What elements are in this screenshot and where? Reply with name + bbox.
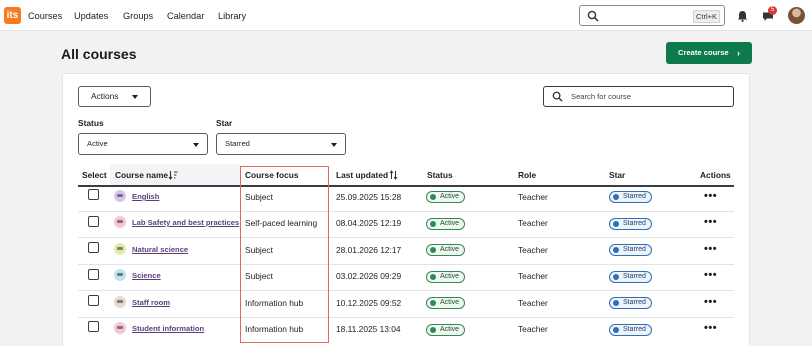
course-cap-icon	[114, 296, 126, 308]
actions-label: Actions	[91, 91, 119, 101]
row-checkbox[interactable]	[88, 269, 99, 280]
row-checkbox[interactable]	[88, 321, 99, 332]
header-last-updated[interactable]: Last updated	[336, 170, 388, 180]
status-filter-value: Active	[87, 139, 108, 148]
star-filter-value: Starred	[225, 139, 250, 148]
sort-desc-icon[interactable]	[168, 170, 178, 180]
header-status: Status	[427, 170, 453, 180]
last-updated-cell: 10.12.2025 09:52	[336, 298, 402, 308]
nav-item-library[interactable]: Library	[218, 11, 246, 21]
bell-icon[interactable]	[737, 10, 748, 22]
status-filter-label: Status	[78, 118, 104, 128]
last-updated-cell: 03.02.2026 09:29	[336, 271, 402, 281]
caret-down-icon	[331, 143, 337, 147]
course-cap-icon	[114, 216, 126, 228]
role-cell: Teacher	[518, 245, 548, 255]
star-filter-select[interactable]: Starred	[216, 133, 346, 155]
course-cap-icon	[114, 322, 126, 334]
status-badge: Active	[426, 271, 466, 283]
row-actions-menu-icon[interactable]: •••	[704, 216, 717, 228]
create-course-button[interactable]: Create course ›	[666, 42, 752, 64]
star-badge[interactable]: Starred	[609, 297, 652, 309]
role-cell: Teacher	[518, 324, 548, 334]
chevron-right-icon: ›	[737, 48, 740, 58]
row-checkbox[interactable]	[88, 189, 99, 200]
create-course-label: Create course	[678, 48, 729, 57]
last-updated-cell: 08.04.2025 12:19	[336, 218, 402, 228]
star-badge[interactable]: Starred	[609, 324, 652, 336]
row-actions-menu-icon[interactable]: •••	[704, 243, 717, 255]
row-divider	[78, 211, 734, 212]
app-logo[interactable]: its	[4, 7, 21, 24]
status-badge: Active	[426, 244, 466, 256]
header-course-name[interactable]: Course name	[115, 170, 168, 180]
nav-item-courses[interactable]: Courses	[28, 11, 62, 21]
course-focus-highlight-box	[240, 166, 329, 343]
global-search-input[interactable]: Ctrl+K	[579, 5, 725, 26]
star-badge[interactable]: Starred	[609, 271, 652, 283]
role-cell: Teacher	[518, 218, 548, 228]
user-avatar[interactable]	[788, 7, 805, 24]
status-badge: Active	[426, 191, 466, 203]
header-role: Role	[518, 170, 537, 180]
notification-count-badge: 5	[768, 6, 777, 15]
top-bar: its Courses Updates Groups Calendar Libr…	[0, 0, 812, 31]
course-cap-icon	[114, 190, 126, 202]
last-updated-cell: 25.09.2025 15:28	[336, 192, 402, 202]
row-checkbox[interactable]	[88, 242, 99, 253]
search-placeholder: Search for course	[571, 92, 631, 101]
header-star: Star	[609, 170, 626, 180]
status-badge: Active	[426, 218, 466, 230]
row-checkbox[interactable]	[88, 295, 99, 306]
nav-item-updates[interactable]: Updates	[74, 11, 108, 21]
course-search-input[interactable]: Search for course	[543, 86, 734, 107]
star-badge[interactable]: Starred	[609, 218, 652, 230]
row-divider	[78, 264, 734, 265]
status-badge: Active	[426, 324, 466, 336]
search-icon	[587, 10, 599, 22]
last-updated-cell: 28.01.2026 12:17	[336, 245, 402, 255]
last-updated-cell: 18.11.2025 13:04	[336, 324, 401, 334]
row-divider	[78, 290, 734, 291]
course-name-link[interactable]: Science	[132, 271, 161, 280]
row-actions-menu-icon[interactable]: •••	[704, 269, 717, 281]
status-filter-select[interactable]: Active	[78, 133, 208, 155]
star-filter-label: Star	[216, 118, 233, 128]
header-actions: Actions	[700, 170, 731, 180]
course-name-link[interactable]: Natural science	[132, 245, 188, 254]
row-actions-menu-icon[interactable]: •••	[704, 296, 717, 308]
role-cell: Teacher	[518, 271, 548, 281]
row-checkbox[interactable]	[88, 216, 99, 227]
status-badge: Active	[426, 297, 466, 309]
caret-down-icon	[132, 95, 138, 99]
course-name-link[interactable]: Lab Safety and best practices	[132, 218, 239, 227]
course-cap-icon	[114, 243, 126, 255]
row-divider	[78, 237, 734, 238]
star-badge[interactable]: Starred	[609, 191, 652, 203]
star-badge[interactable]: Starred	[609, 244, 652, 256]
table-header-divider	[78, 185, 734, 187]
role-cell: Teacher	[518, 298, 548, 308]
role-cell: Teacher	[518, 192, 548, 202]
row-divider	[78, 317, 734, 318]
header-select: Select	[82, 170, 107, 180]
sort-both-icon[interactable]	[389, 170, 398, 180]
actions-dropdown-button[interactable]: Actions	[78, 86, 151, 107]
row-actions-menu-icon[interactable]: •••	[704, 322, 717, 334]
nav-item-groups[interactable]: Groups	[123, 11, 153, 21]
search-icon	[552, 91, 563, 102]
course-cap-icon	[114, 269, 126, 281]
nav-item-calendar[interactable]: Calendar	[167, 11, 204, 21]
page-title: All courses	[61, 46, 137, 62]
course-name-link[interactable]: Staff room	[132, 298, 170, 307]
course-name-link[interactable]: English	[132, 192, 159, 201]
row-actions-menu-icon[interactable]: •••	[704, 190, 717, 202]
course-name-link[interactable]: Student information	[132, 324, 204, 333]
shortcut-hint: Ctrl+K	[692, 10, 720, 23]
caret-down-icon	[193, 143, 199, 147]
